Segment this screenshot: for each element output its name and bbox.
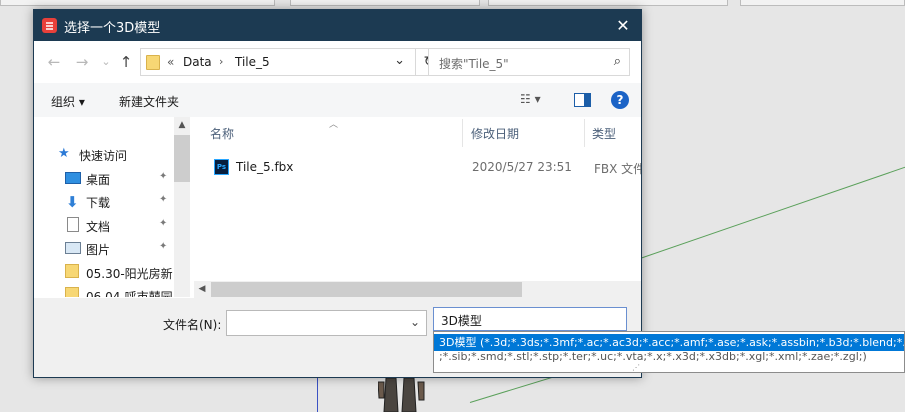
search-placeholder: 搜索"Tile_5" [439, 57, 509, 71]
column-header-type[interactable]: 类型 [592, 125, 616, 142]
file-type-options: 3D模型 (*.3d;*.3ds;*.3mf;*.ac;*.ac3d;*.acc… [433, 331, 905, 373]
sort-ascending-icon: ︿ [329, 120, 339, 130]
toolbar-strip [290, 0, 480, 6]
resize-grip-icon[interactable]: ⋰ [632, 363, 640, 372]
sidebar-item-downloads[interactable]: ⬇ 下载 ✦ [34, 190, 174, 212]
folder-icon [65, 287, 79, 297]
breadcrumb-data[interactable]: Data [183, 55, 212, 69]
file-list-scrollbar[interactable]: ◀ [194, 281, 641, 298]
recent-locations-chevron-icon[interactable]: ⌄ [96, 53, 116, 71]
sidebar-item-documents[interactable]: 文档 ✦ [34, 214, 174, 236]
folder-icon [146, 55, 160, 70]
scroll-up-icon[interactable]: ▲ [174, 117, 190, 133]
star-icon: ★ [58, 146, 70, 161]
navigation-pane: ★ 快速访问 桌面 ✦ ⬇ 下载 ✦ 文档 ✦ 图片 ✦ 05.30-阳光房新 [34, 117, 188, 297]
download-icon: ⬇ [66, 193, 79, 211]
chevron-down-icon[interactable]: ⌄ [410, 315, 420, 329]
column-header-date[interactable]: 修改日期 [471, 125, 519, 142]
column-divider[interactable] [462, 119, 463, 147]
dialog-title: 选择一个3D模型 [64, 21, 161, 36]
sidebar-item-desktop[interactable]: 桌面 ✦ [34, 167, 174, 189]
file-modified-date: 2020/5/27 23:51 [472, 160, 572, 174]
up-arrow-icon[interactable]: ↑ [116, 53, 136, 71]
search-icon[interactable]: ⌕ [614, 54, 621, 69]
command-bar: 组织 ▾ 新建文件夹 ☷ ▾ ? [34, 83, 641, 117]
sidebar-item-pictures[interactable]: 图片 ✦ [34, 237, 174, 259]
new-folder-button[interactable]: 新建文件夹 [119, 93, 179, 110]
table-row[interactable]: Ps Tile_5.fbx 2020/5/27 23:51 FBX 文件 [208, 157, 641, 179]
view-options-icon[interactable]: ☷ ▾ [520, 92, 554, 108]
sketchup-app-icon [42, 18, 57, 33]
file-list: ︿ 名称 修改日期 类型 Ps Tile_5.fbx 2020/5/27 23:… [194, 117, 641, 284]
pin-icon: ✦ [159, 241, 168, 252]
file-type: FBX 文件 [594, 162, 641, 176]
file-name: Tile_5.fbx [236, 160, 294, 174]
address-bar[interactable]: « Data › Tile_5 ⌄ [140, 48, 416, 76]
toolbar-strip [488, 0, 728, 6]
column-header-name[interactable]: 名称 [210, 125, 234, 142]
navigation-bar: ← → ⌄ ↑ « Data › Tile_5 ⌄ ↻ 搜索"Tile_5" ⌕ [34, 41, 641, 83]
scrollbar-thumb[interactable] [211, 282, 522, 297]
sidebar-item-label: 快速访问 [79, 149, 128, 163]
person-figure [378, 378, 425, 412]
sidebar-item-folder-0530[interactable]: 05.30-阳光房新 [34, 261, 174, 283]
sidebar-item-label: 06.04-呼市囍园 [86, 290, 173, 297]
navigation-scrollbar[interactable]: ▲ [174, 117, 190, 297]
filename-field[interactable]: ⌄ [226, 310, 427, 336]
sidebar-item-label: 文档 [86, 220, 111, 234]
scroll-left-icon[interactable]: ◀ [194, 281, 210, 298]
desktop-icon [65, 172, 81, 184]
file-type-option[interactable]: ;*.sib;*.smd;*.stl;*.stp;*.ter;*.uc;*.vt… [434, 351, 904, 365]
sidebar-item-label: 桌面 [86, 173, 111, 187]
breadcrumb-tile5[interactable]: Tile_5 [235, 55, 270, 69]
column-divider[interactable] [584, 119, 585, 147]
back-arrow-icon[interactable]: ← [44, 53, 64, 71]
picture-icon [65, 242, 81, 254]
search-input[interactable]: 搜索"Tile_5" ⌕ [428, 48, 630, 76]
document-icon [67, 217, 79, 232]
sidebar-item-label: 下载 [86, 196, 111, 210]
folder-icon [65, 264, 79, 278]
forward-arrow-icon[interactable]: → [72, 53, 92, 71]
sidebar-item-label: 图片 [86, 243, 111, 257]
help-icon[interactable]: ? [611, 91, 629, 109]
pin-icon: ✦ [159, 171, 168, 182]
breadcrumb-separator[interactable]: › [219, 55, 223, 68]
toolbar-strip [0, 0, 275, 6]
close-button[interactable]: ✕ [605, 10, 641, 41]
scrollbar-thumb[interactable] [174, 135, 190, 182]
organize-button[interactable]: 组织 ▾ [51, 93, 85, 110]
blue-axis-line [317, 378, 318, 412]
pin-icon: ✦ [159, 194, 168, 205]
title-bar: 选择一个3D模型 ✕ [34, 10, 641, 41]
sidebar-item-quick-access[interactable]: ★ 快速访问 [34, 143, 174, 165]
file-type-option[interactable]: 3D模型 (*.3d;*.3ds;*.3mf;*.ac;*.ac3d;*.acc… [434, 334, 904, 351]
sidebar-item-label: 05.30-阳光房新 [86, 267, 173, 281]
path-overflow[interactable]: « [167, 55, 174, 69]
preview-pane-icon[interactable] [574, 93, 591, 107]
file-type-select[interactable]: 3D模型 [433, 307, 627, 331]
toolbar-strip [740, 0, 905, 6]
filename-label: 文件名(N): [163, 318, 222, 332]
pin-icon: ✦ [159, 218, 168, 229]
chevron-down-icon[interactable]: ⌄ [394, 53, 405, 68]
file-type-selected: 3D模型 [441, 314, 482, 328]
photoshop-file-icon: Ps [214, 159, 229, 175]
sidebar-item-folder-0604[interactable]: 06.04-呼市囍园 [34, 284, 174, 297]
